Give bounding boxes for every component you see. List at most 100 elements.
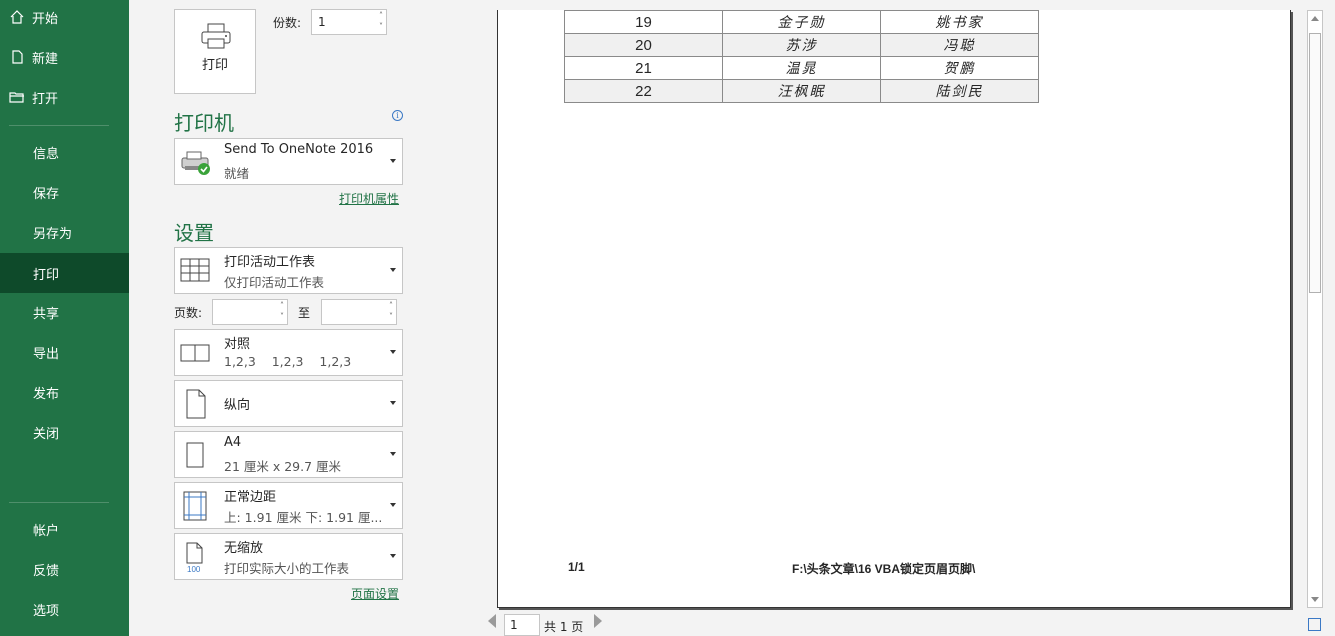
nav-save-as-label: 另存为 xyxy=(33,226,73,242)
spin-down-icon[interactable]: ˅ xyxy=(379,23,383,31)
nav-home-label: 开始 xyxy=(32,11,59,27)
open-folder-icon xyxy=(9,92,24,103)
collate-dropdown[interactable]: 对照 1,2,3 1,2,3 1,2,3 xyxy=(174,329,403,376)
nav-save-as[interactable]: 另存为 xyxy=(0,213,129,251)
spin-up-icon[interactable]: ˄ xyxy=(389,302,393,310)
printer-status: 就绪 xyxy=(224,166,250,181)
scroll-down-icon[interactable] xyxy=(1311,597,1319,602)
nav-open-label: 打开 xyxy=(32,91,59,107)
table-cell: 21 xyxy=(564,56,723,80)
nav-feedback[interactable]: 反馈 xyxy=(0,550,129,588)
spin-down-icon[interactable]: ˅ xyxy=(280,313,284,321)
chevron-down-icon xyxy=(390,159,396,163)
nav-publish[interactable]: 发布 xyxy=(0,373,129,411)
print-button-label: 打印 xyxy=(201,58,228,73)
table-cell: 汪枫眠 xyxy=(722,79,881,103)
nav-share-label: 共享 xyxy=(33,306,60,322)
sheet-grid-icon xyxy=(180,258,210,282)
pages-to-input[interactable]: ˄ ˅ xyxy=(321,299,397,325)
page-footer-left: 1/1 xyxy=(568,560,585,574)
table-cell: 冯聪 xyxy=(880,33,1039,57)
scroll-up-icon[interactable] xyxy=(1311,16,1319,21)
table-row: 22 汪枫眠 陆剑民 xyxy=(564,79,1039,103)
previous-page-icon[interactable] xyxy=(488,614,496,628)
chevron-down-icon xyxy=(390,452,396,456)
page-setup-link[interactable]: 页面设置 xyxy=(351,585,399,602)
nav-account[interactable]: 帐户 xyxy=(0,510,129,548)
table-cell: 姚书家 xyxy=(880,10,1039,34)
info-icon[interactable]: i xyxy=(392,110,403,121)
collate-icon xyxy=(180,344,210,362)
printer-dropdown[interactable]: Send To OneNote 2016 就绪 xyxy=(174,138,403,185)
scaling-page-icon: 100 xyxy=(186,542,203,573)
print-what-title: 打印活动工作表 xyxy=(224,255,316,270)
nav-feedback-label: 反馈 xyxy=(33,563,60,579)
paper-size-dropdown[interactable]: A4 21 厘米 x 29.7 厘米 xyxy=(174,431,403,478)
table-row: 20 苏涉 冯聪 xyxy=(564,33,1039,57)
nav-share[interactable]: 共享 xyxy=(0,293,129,331)
print-what-sub: 仅打印活动工作表 xyxy=(224,275,325,290)
chevron-down-icon xyxy=(390,554,396,558)
page-total-label: 共 1 页 xyxy=(544,620,584,634)
printer-name: Send To OneNote 2016 xyxy=(224,142,374,157)
nav-close-label: 关闭 xyxy=(33,426,60,442)
nav-print-label: 打印 xyxy=(33,267,60,283)
nav-home[interactable]: 开始 xyxy=(0,0,129,36)
table-cell: 贺鹏 xyxy=(880,56,1039,80)
print-button[interactable]: 打印 xyxy=(174,9,256,94)
paper-icon xyxy=(186,442,204,468)
chevron-down-icon xyxy=(390,503,396,507)
table-cell: 金子勋 xyxy=(722,10,881,34)
nav-export[interactable]: 导出 xyxy=(0,333,129,371)
pages-to-label: 至 xyxy=(298,306,311,320)
scaling-icon-text: 100 xyxy=(187,565,201,573)
preview-table: 19 金子勋 姚书家 20 苏涉 冯聪 21 温晁 贺鹏 22 汪枫眠 陆剑民 xyxy=(564,10,1039,103)
orientation-dropdown[interactable]: 纵向 xyxy=(174,380,403,427)
printer-properties-link[interactable]: 打印机属性 xyxy=(339,190,399,207)
show-margins-icon[interactable] xyxy=(1308,618,1321,631)
nav-publish-label: 发布 xyxy=(33,386,60,402)
preview-scrollbar[interactable] xyxy=(1307,10,1323,608)
nav-options-label: 选项 xyxy=(33,603,60,619)
printer-ready-icon xyxy=(181,151,210,175)
spin-up-icon[interactable]: ˄ xyxy=(280,302,284,310)
pages-from-input[interactable]: ˄ ˅ xyxy=(212,299,288,325)
print-preview-area: 19 金子勋 姚书家 20 苏涉 冯聪 21 温晁 贺鹏 22 汪枫眠 陆剑民 … xyxy=(450,0,1335,636)
paper-title: A4 xyxy=(224,435,242,450)
print-what-dropdown[interactable]: 打印活动工作表 仅打印活动工作表 xyxy=(174,247,403,294)
table-row: 21 温晁 贺鹏 xyxy=(564,56,1039,80)
nav-divider xyxy=(9,502,109,503)
table-cell: 22 xyxy=(564,79,723,103)
scaling-dropdown[interactable]: 100 无缩放 打印实际大小的工作表 xyxy=(174,533,403,580)
nav-info-label: 信息 xyxy=(33,146,60,162)
next-page-icon[interactable] xyxy=(594,614,602,628)
nav-info[interactable]: 信息 xyxy=(0,133,129,171)
margins-dropdown[interactable]: 正常边距 上: 1.91 厘米 下: 1.91 厘... xyxy=(174,482,403,529)
portrait-page-icon xyxy=(186,389,206,419)
page-footer-center: F:\头条文章\16 VBA锁定页眉页脚\ xyxy=(792,562,976,576)
collate-title: 对照 xyxy=(224,337,251,352)
page-number-value: 1 xyxy=(510,618,518,632)
spin-up-icon[interactable]: ˄ xyxy=(379,12,383,20)
nav-account-label: 帐户 xyxy=(33,523,60,539)
copies-input[interactable]: 1 ˄ ˅ xyxy=(311,9,387,35)
nav-export-label: 导出 xyxy=(33,346,60,362)
paper-sub: 21 厘米 x 29.7 厘米 xyxy=(224,459,342,474)
printer-icon xyxy=(201,23,231,49)
nav-new[interactable]: 新建 xyxy=(0,38,129,76)
nav-print[interactable]: 打印 xyxy=(0,253,129,293)
nav-options[interactable]: 选项 xyxy=(0,590,129,628)
scrollbar-thumb[interactable] xyxy=(1309,33,1321,293)
nav-close[interactable]: 关闭 xyxy=(0,413,129,451)
print-settings-pane: 打印 份数: 1 ˄ ˅ 打印机 i Send To OneNote 2016 … xyxy=(129,0,450,636)
spin-down-icon[interactable]: ˅ xyxy=(389,313,393,321)
nav-open[interactable]: 打开 xyxy=(0,78,129,116)
nav-new-label: 新建 xyxy=(32,51,59,67)
new-document-icon xyxy=(12,50,23,64)
page-number-input[interactable]: 1 xyxy=(504,614,540,636)
nav-divider xyxy=(9,125,109,126)
backstage-sidebar: 开始 新建 打开 信息 保存 另存为 打印 共享 导出 发布 关闭 帐户 反馈 … xyxy=(0,0,129,636)
printer-section-title: 打印机 xyxy=(174,111,234,135)
scaling-sub: 打印实际大小的工作表 xyxy=(224,561,350,576)
nav-save[interactable]: 保存 xyxy=(0,173,129,211)
